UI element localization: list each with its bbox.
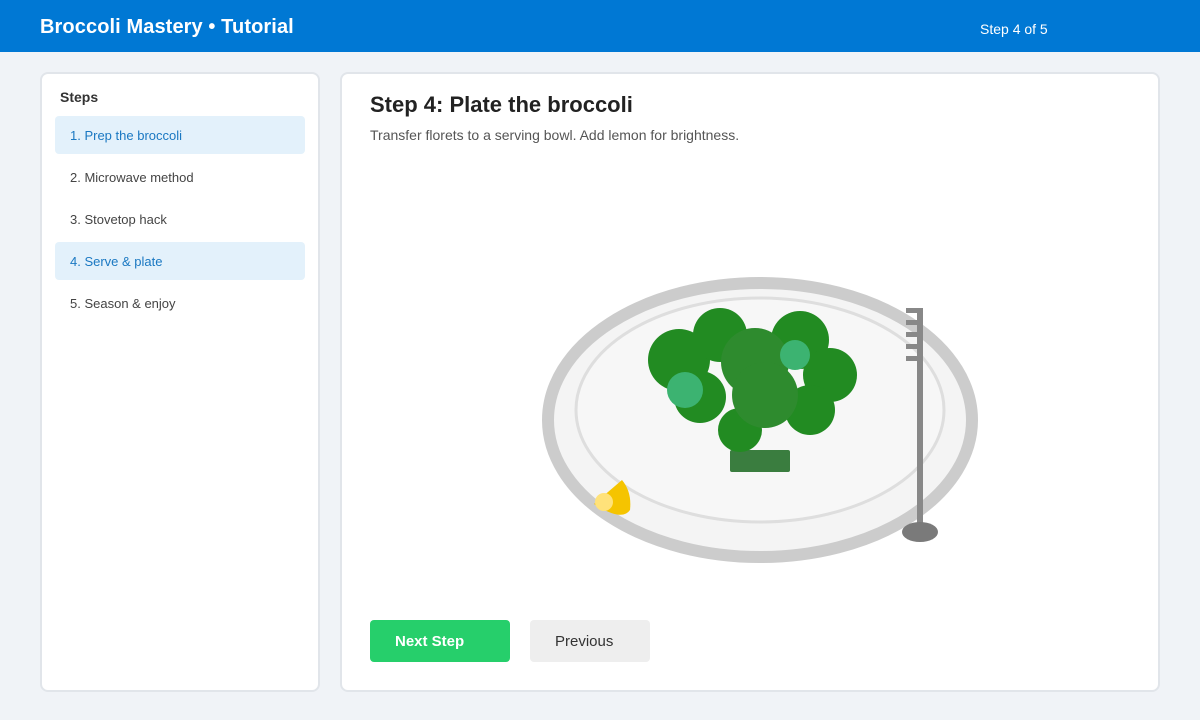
app-title: Broccoli Mastery • Tutorial bbox=[40, 16, 294, 38]
step-counter: Step 4 of 5 bbox=[980, 21, 1048, 37]
sidebar-heading: Steps bbox=[60, 89, 99, 105]
step-item-stovetop[interactable]: 3. Stovetop hack bbox=[55, 200, 305, 238]
step-item-label: 2. Microwave method bbox=[70, 170, 194, 185]
step-item-label: 1. Prep the broccoli bbox=[70, 128, 183, 143]
step-item-label: 5. Season & enjoy bbox=[70, 296, 176, 311]
step-item-label: 4. Serve & plate bbox=[70, 254, 163, 269]
step-item-label: 3. Stovetop hack bbox=[70, 212, 167, 227]
previous-button[interactable]: Previous bbox=[530, 620, 650, 662]
step-item-microwave[interactable]: 2. Microwave method bbox=[55, 158, 305, 196]
step-item-serve[interactable]: 4. Serve & plate bbox=[55, 242, 305, 280]
next-step-button[interactable]: Next Step bbox=[370, 620, 510, 662]
step-item-season[interactable]: 5. Season & enjoy bbox=[55, 284, 305, 322]
plating-illustration bbox=[542, 277, 978, 563]
top-bar: Broccoli Mastery • Tutorial Step 4 of 5 bbox=[0, 0, 1200, 52]
step-item-prep[interactable]: 1. Prep the broccoli bbox=[55, 116, 305, 154]
steps-sidebar: Steps 1. Prep the broccoli 2. Microwave … bbox=[40, 72, 320, 692]
step-content-panel: Step 4: Plate the broccoli Transfer flor… bbox=[340, 72, 1160, 692]
